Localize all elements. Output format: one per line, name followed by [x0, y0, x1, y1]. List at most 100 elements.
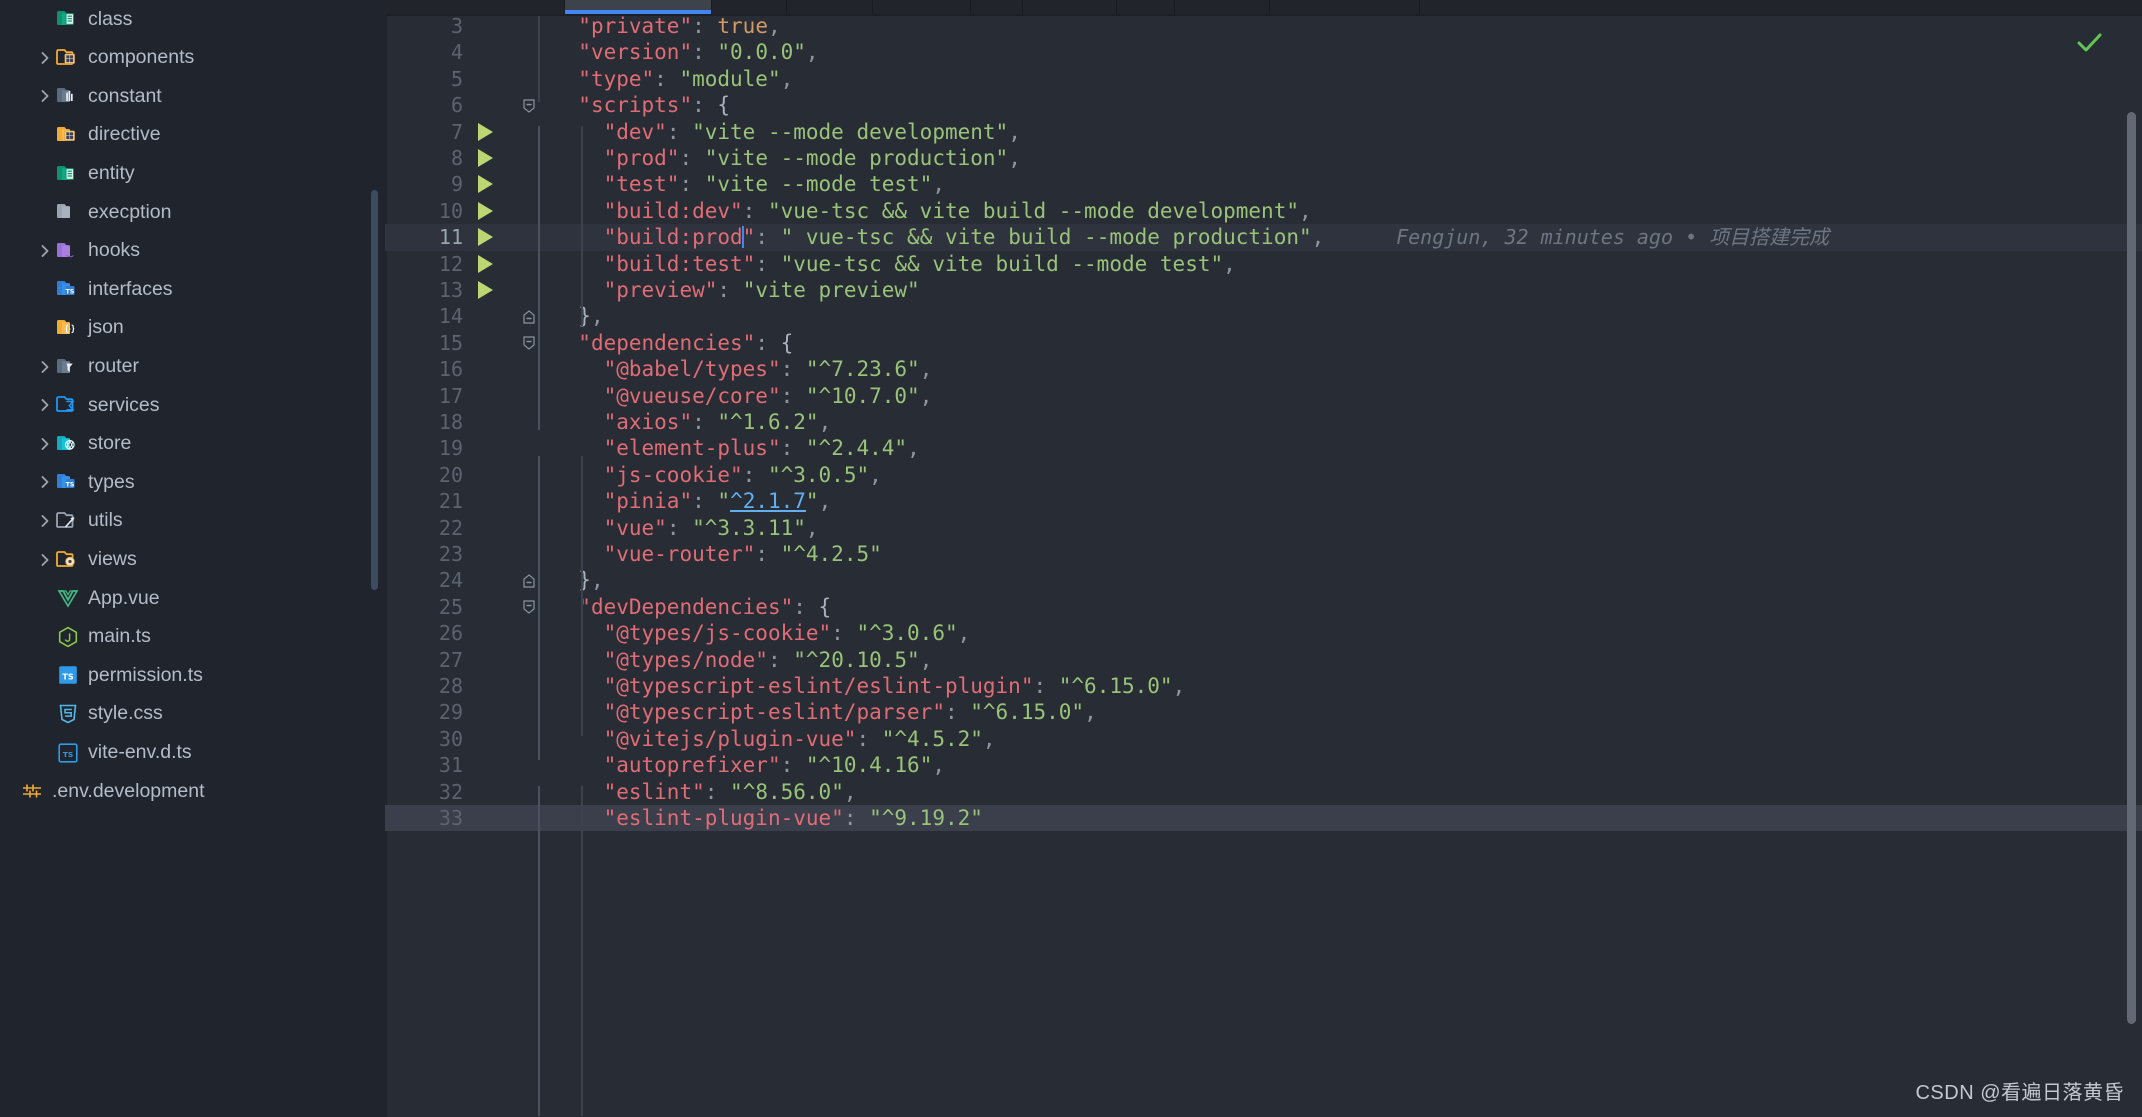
chevron-right-icon[interactable] [34, 433, 56, 455]
code-text[interactable]: "@vueuse/core": "^10.7.0", [604, 383, 933, 409]
chevron-right-icon[interactable] [34, 549, 56, 571]
tree-item-entity[interactable]: entity [0, 154, 385, 193]
editor-viewport[interactable]: 3 "private": true, 4 "version": "0.0.0", 5 "t… [385, 13, 2142, 1117]
tree-item-permission-ts[interactable]: TS permission.ts [0, 656, 385, 695]
tree-item-json[interactable]: json [0, 309, 385, 348]
tree-item-execption[interactable]: execption [0, 193, 385, 232]
code-text[interactable]: "version": "0.0.0", [578, 39, 818, 65]
chevron-right-icon[interactable] [34, 85, 56, 107]
tree-item-env-development[interactable]: .env.development [0, 772, 385, 811]
editor-tab-active[interactable] [565, 0, 712, 14]
run-script-icon[interactable] [478, 149, 493, 167]
editor-tab[interactable] [1175, 0, 1270, 14]
code-text[interactable]: "@types/node": "^20.10.5", [604, 647, 933, 673]
code-line[interactable]: 31 "autoprefixer": "^10.4.16", [385, 752, 2142, 778]
code-text[interactable]: "dependencies": { [578, 330, 793, 356]
editor-tab[interactable] [1023, 0, 1117, 14]
tree-item-main-ts[interactable]: main.ts [0, 618, 385, 657]
code-line[interactable]: 11 "build:prod": " vue-tsc && vite build … [385, 224, 2142, 251]
code-line[interactable]: 6 "scripts": { [385, 92, 2142, 118]
fold-collapse-icon[interactable] [521, 599, 537, 615]
code-line[interactable]: 18 "axios": "^1.6.2", [385, 409, 2142, 435]
code-text[interactable]: "pinia": "^2.1.7", [604, 488, 832, 514]
chevron-right-icon[interactable] [34, 47, 56, 69]
editor-tab[interactable] [385, 0, 565, 14]
code-text[interactable]: "js-cookie": "^3.0.5", [604, 462, 882, 488]
code-text[interactable]: "prod": "vite --mode production", [604, 145, 1021, 171]
tree-item-style-css[interactable]: style.css [0, 695, 385, 734]
code-line[interactable]: 15 "dependencies": { [385, 330, 2142, 356]
editor-tab[interactable] [1270, 0, 1420, 14]
code-text[interactable]: "eslint": "^8.56.0", [604, 779, 857, 805]
tree-item-components[interactable]: components [0, 39, 385, 78]
editor-tab[interactable] [1117, 0, 1175, 14]
code-line[interactable]: 21 "pinia": "^2.1.7", [385, 488, 2142, 514]
code-line[interactable]: 29 "@typescript-eslint/parser": "^6.15.0"… [385, 699, 2142, 725]
code-text[interactable]: "eslint-plugin-vue": "^9.19.2" [604, 805, 983, 831]
code-text[interactable]: "scripts": { [578, 92, 730, 118]
code-text[interactable]: "@vitejs/plugin-vue": "^4.5.2", [604, 726, 996, 752]
code-text[interactable]: "vue-router": "^4.2.5" [604, 541, 882, 567]
run-script-icon[interactable] [478, 201, 493, 220]
code-text[interactable]: "dev": "vite --mode development", [604, 119, 1021, 145]
tree-item-views[interactable]: views [0, 540, 385, 579]
code-line[interactable]: 12 "build:test": "vue-tsc && vite build -… [385, 251, 2142, 277]
code-line[interactable]: 27 "@types/node": "^20.10.5", [385, 647, 2142, 673]
tree-item-types[interactable]: TS types [0, 463, 385, 502]
code-line[interactable]: 32 "eslint": "^8.56.0", [385, 779, 2142, 805]
tree-item-store[interactable]: store [0, 425, 385, 464]
code-line[interactable]: 28 "@typescript-eslint/eslint-plugin": "^… [385, 673, 2142, 699]
git-blame-inlay[interactable]: Fengjun, 32 minutes ago • 项目搭建完成 [1396, 224, 1829, 250]
code-text[interactable]: "preview": "vite preview" [604, 277, 920, 303]
code-lines[interactable]: 3 "private": true, 4 "version": "0.0.0", 5 "t… [385, 13, 2142, 1117]
code-text[interactable]: "type": "module", [578, 66, 793, 92]
tree-item-interfaces[interactable]: TS interfaces [0, 270, 385, 309]
run-script-icon[interactable] [478, 122, 493, 141]
code-line[interactable]: 23 "vue-router": "^4.2.5" [385, 541, 2142, 567]
code-line[interactable]: 4 "version": "0.0.0", [385, 39, 2142, 65]
code-line[interactable]: 17 "@vueuse/core": "^10.7.0", [385, 383, 2142, 409]
editor-tab[interactable] [712, 0, 787, 14]
editor-tab[interactable] [787, 0, 873, 14]
code-line[interactable]: 16 "@babel/types": "^7.23.6", [385, 356, 2142, 382]
run-script-icon[interactable] [478, 228, 493, 247]
sidebar-scrollbar-thumb[interactable] [371, 190, 378, 590]
tree-item-constant[interactable]: constant [0, 77, 385, 116]
run-script-icon[interactable] [478, 175, 493, 194]
code-line[interactable]: 19 "element-plus": "^2.4.4", [385, 435, 2142, 461]
code-text[interactable]: "devDependencies": { [578, 594, 831, 620]
editor-scrollbar-thumb[interactable] [2127, 112, 2136, 1024]
chevron-right-icon[interactable] [34, 394, 56, 416]
tree-item-vite-env-d-ts[interactable]: TS vite-env.d.ts [0, 733, 385, 772]
tree-item-class[interactable]: class [0, 0, 385, 39]
fold-collapse-icon[interactable] [521, 335, 537, 351]
code-text[interactable]: "@babel/types": "^7.23.6", [604, 356, 933, 382]
chevron-right-icon[interactable] [34, 471, 56, 493]
code-text[interactable]: "vue": "^3.3.11", [604, 515, 819, 541]
code-text[interactable]: "build:dev": "vue-tsc && vite build --mo… [604, 198, 1312, 224]
code-line[interactable]: 5 "type": "module", [385, 66, 2142, 92]
code-text[interactable]: "build:prod": " vue-tsc && vite build --… [604, 224, 1325, 250]
code-line[interactable]: 25 "devDependencies": { [385, 594, 2142, 620]
code-text[interactable]: "autoprefixer": "^10.4.16", [604, 752, 945, 778]
tree-item-utils[interactable]: utils [0, 502, 385, 541]
chevron-right-icon[interactable] [34, 356, 56, 378]
code-line[interactable]: 8 "prod": "vite --mode production", [385, 145, 2142, 171]
code-text[interactable]: "@types/js-cookie": "^3.0.6", [604, 620, 971, 646]
tree-item-directive[interactable]: directive [0, 116, 385, 155]
tree-item-app-vue[interactable]: App.vue [0, 579, 385, 618]
code-line[interactable]: 10 "build:dev": "vue-tsc && vite build --… [385, 198, 2142, 224]
run-script-icon[interactable] [478, 281, 493, 299]
fold-end-icon[interactable] [521, 309, 537, 325]
code-line[interactable]: 24}, [385, 567, 2142, 593]
tree-item-hooks[interactable]: hooks [0, 232, 385, 271]
code-text[interactable]: "element-plus": "^2.4.4", [604, 435, 920, 461]
code-line[interactable]: 22 "vue": "^3.3.11", [385, 515, 2142, 541]
code-line[interactable]: 26 "@types/js-cookie": "^3.0.6", [385, 620, 2142, 646]
code-line[interactable]: 9 "test": "vite --mode test", [385, 171, 2142, 197]
chevron-right-icon[interactable] [34, 240, 56, 262]
code-text[interactable]: "axios": "^1.6.2", [604, 409, 832, 435]
code-line[interactable]: 3 "private": true, [385, 13, 2142, 39]
editor-tab[interactable] [873, 0, 971, 14]
fold-collapse-icon[interactable] [521, 98, 537, 114]
